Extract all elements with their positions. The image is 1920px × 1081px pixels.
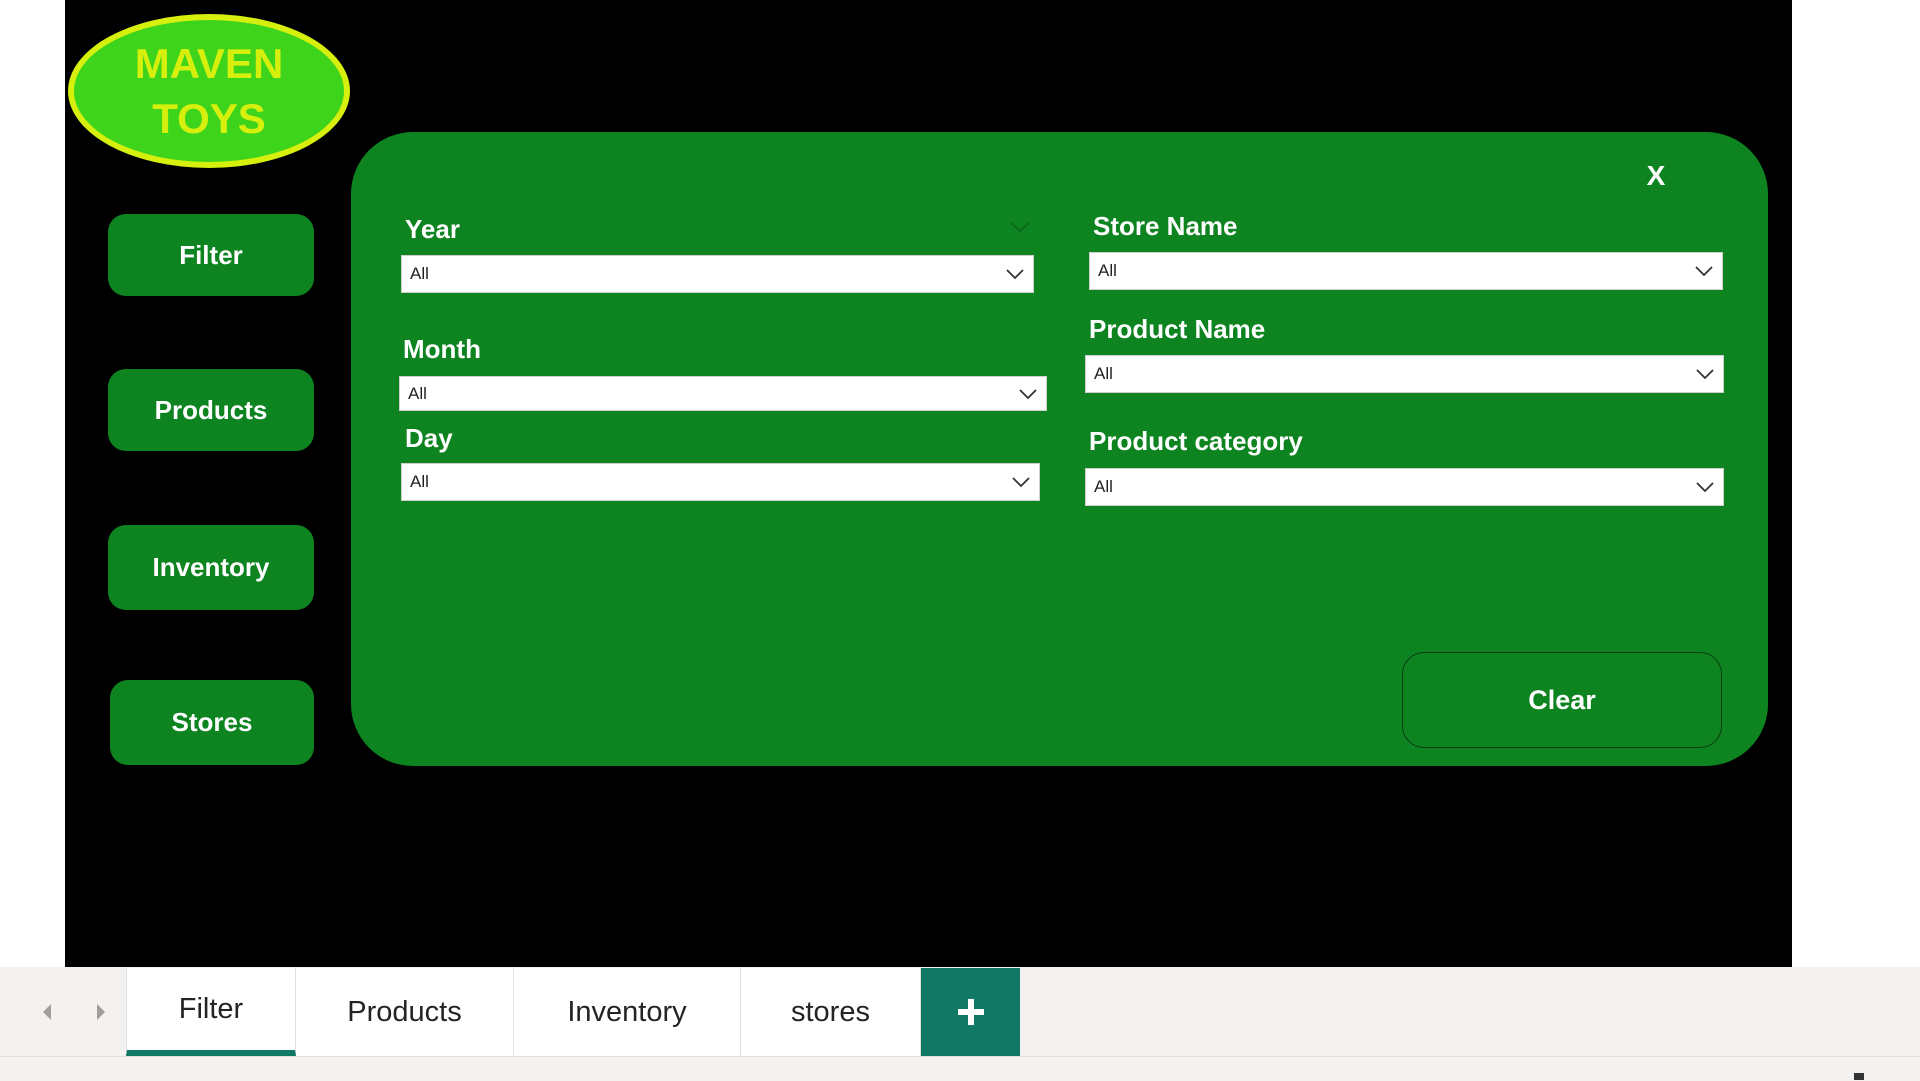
chevron-down-icon <box>1695 266 1713 277</box>
year-slicer-label: Year <box>405 214 460 244</box>
store-name-dropdown-value: All <box>1098 261 1117 280</box>
tab-inventory[interactable]: Inventory <box>514 968 741 1056</box>
maven-toys-logo: MAVEN TOYS <box>68 14 350 168</box>
month-slicer-label: Month <box>403 334 481 364</box>
chevron-right-icon[interactable] <box>91 1000 111 1024</box>
year-dropdown-value: All <box>410 264 429 283</box>
month-dropdown-value: All <box>408 383 427 403</box>
product-name-dropdown[interactable]: All <box>1085 355 1724 393</box>
plus-icon <box>957 999 984 1025</box>
status-bar-marker <box>1854 1073 1864 1080</box>
year-dropdown[interactable]: All <box>401 255 1034 293</box>
day-slicer-label: Day <box>405 423 453 453</box>
month-dropdown[interactable]: All <box>399 376 1047 411</box>
chevron-down-icon <box>1012 477 1030 488</box>
day-dropdown[interactable]: All <box>401 463 1040 501</box>
close-icon: X <box>1646 160 1666 191</box>
chevron-down-icon <box>1696 482 1714 493</box>
chevron-down-icon <box>1010 222 1030 233</box>
product-category-dropdown[interactable]: All <box>1085 468 1724 506</box>
product-category-dropdown-value: All <box>1094 477 1113 496</box>
logo-line-2: TOYS <box>152 95 266 142</box>
inventory-nav-button[interactable]: Inventory <box>108 525 314 610</box>
store-name-slicer-label: Store Name <box>1093 211 1238 241</box>
chevron-down-icon <box>1696 369 1714 380</box>
clear-filters-button[interactable]: Clear <box>1402 652 1722 748</box>
chevron-left-icon[interactable] <box>37 1000 57 1024</box>
tab-stores[interactable]: stores <box>741 968 921 1056</box>
tab-filter[interactable]: Filter <box>126 968 296 1056</box>
product-name-dropdown-value: All <box>1094 364 1113 383</box>
close-panel-button[interactable]: X <box>1639 156 1673 196</box>
day-dropdown-value: All <box>410 472 429 491</box>
product-category-slicer-label: Product category <box>1089 426 1303 456</box>
products-nav-button[interactable]: Products <box>108 369 314 451</box>
product-name-slicer-label: Product Name <box>1089 314 1266 344</box>
logo-line-1: MAVEN <box>134 40 284 87</box>
add-page-button[interactable] <box>921 968 1020 1056</box>
stores-nav-button[interactable]: Stores <box>110 680 314 765</box>
filter-nav-button[interactable]: Filter <box>108 214 314 296</box>
status-bar <box>0 1056 1920 1081</box>
tab-products[interactable]: Products <box>296 968 514 1056</box>
chevron-down-icon <box>1006 269 1024 280</box>
chevron-down-icon <box>1019 389 1037 400</box>
store-name-dropdown[interactable]: All <box>1089 252 1723 290</box>
